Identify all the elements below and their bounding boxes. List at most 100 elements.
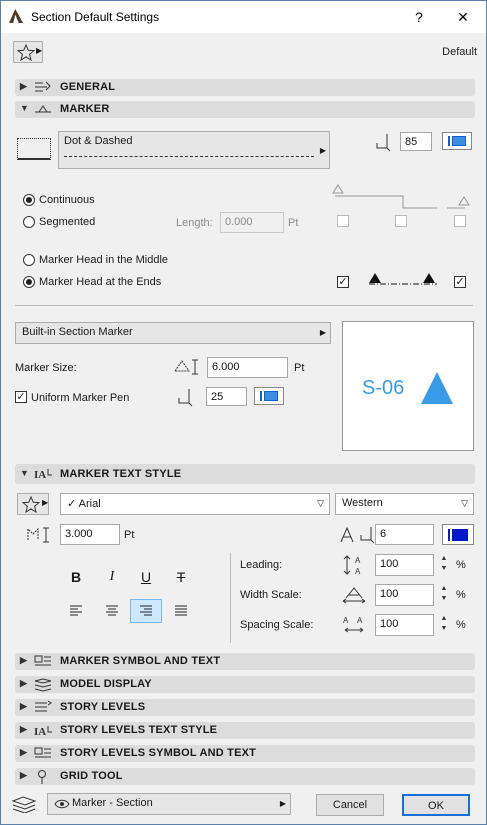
help-button[interactable]: ? — [397, 1, 441, 33]
segment-end-checkbox[interactable] — [454, 215, 466, 227]
spacing-scale-unit: % — [456, 619, 466, 631]
favorites-caret-icon: ▶ — [36, 46, 43, 55]
expand-arrow-icon: ▶ — [20, 724, 27, 734]
app-icon — [9, 9, 23, 23]
head-middle-radio[interactable] — [23, 254, 35, 266]
line-type-icon — [17, 138, 51, 160]
segment-diagram — [332, 184, 470, 209]
cancel-button[interactable]: Cancel — [316, 794, 384, 816]
section-story-levels-symbol-and-text-label: STORY LEVELS SYMBOL AND TEXT — [60, 747, 257, 759]
pen-icon — [178, 389, 193, 407]
width-scale-input[interactable]: 100 — [375, 584, 434, 606]
expand-arrow-icon: ▶ — [20, 678, 27, 688]
text-pen-color-button[interactable] — [442, 524, 474, 545]
justify-button[interactable] — [165, 599, 197, 623]
section-marker[interactable]: ▼ MARKER — [15, 101, 475, 118]
marker-size-label: Marker Size: — [15, 362, 77, 374]
continuous-label: Continuous — [39, 194, 95, 206]
chevron-down-icon: ▽ — [461, 498, 468, 508]
expand-arrow-icon: ▶ — [20, 701, 27, 711]
text-style-icon: IA — [34, 726, 52, 738]
section-general[interactable]: ▶ GENERAL — [15, 79, 475, 96]
section-story-levels-text-style[interactable]: ▶ IA STORY LEVELS TEXT STYLE — [15, 722, 475, 739]
head-ends-radio[interactable] — [23, 276, 35, 288]
font-select[interactable]: ✓ Arial ▽ — [60, 493, 330, 515]
expand-arrow-icon: ▶ — [20, 655, 27, 665]
marker-icon — [35, 105, 51, 113]
spacing-scale-spinner[interactable]: ▲ ▼ — [439, 614, 449, 636]
align-left-button[interactable] — [60, 599, 92, 623]
line-type-label: Dot & Dashed — [64, 135, 133, 147]
section-model-display-label: MODEL DISPLAY — [60, 678, 152, 690]
align-right-button[interactable] — [130, 599, 162, 623]
bold-button[interactable]: B — [60, 565, 92, 589]
strikethrough-button[interactable]: T — [165, 565, 197, 589]
segmented-radio[interactable] — [23, 216, 35, 228]
ok-button[interactable]: OK — [402, 794, 470, 816]
segment-start-checkbox[interactable] — [337, 215, 349, 227]
marker-size-unit: Pt — [294, 362, 305, 374]
section-story-levels[interactable]: ▶ STORY LEVELS — [15, 699, 475, 716]
text-pen-input[interactable]: 6 — [375, 524, 434, 545]
align-center-button[interactable] — [96, 599, 128, 623]
align-center-icon — [106, 605, 118, 616]
uniform-pen-input[interactable]: 25 — [206, 387, 247, 406]
pen-number-input[interactable]: 85 — [400, 132, 432, 151]
pen-color-button[interactable] — [442, 132, 472, 150]
layer-caret-icon: ▶ — [279, 799, 286, 808]
star-icon — [17, 44, 35, 61]
leading-label: Leading: — [240, 559, 283, 571]
marker-size-icon — [174, 359, 198, 375]
spacing-scale-icon: AA — [343, 616, 364, 633]
head-start-checkbox[interactable]: ✓ — [337, 276, 349, 288]
uniform-pen-color-button[interactable] — [254, 387, 284, 405]
expand-arrow-icon: ▶ — [20, 81, 27, 91]
eye-icon — [54, 799, 70, 809]
width-scale-spinner[interactable]: ▲ ▼ — [439, 584, 449, 606]
window-title: Section Default Settings — [31, 10, 160, 24]
section-story-levels-label: STORY LEVELS — [60, 701, 146, 713]
text-size-unit: Pt — [124, 529, 135, 541]
close-button[interactable]: ✕ — [441, 1, 485, 33]
leading-icon: AA — [343, 555, 361, 576]
script-select[interactable]: Western ▽ — [335, 493, 474, 515]
head-ends-label: Marker Head at the Ends — [39, 276, 162, 288]
marker-size-input[interactable]: 6.000 — [207, 357, 288, 378]
section-marker-symbol-and-text[interactable]: ▶ MARKER SYMBOL AND TEXT — [15, 653, 475, 670]
text-size-input[interactable]: 3.000 — [60, 524, 120, 545]
general-settings-icon — [35, 81, 51, 92]
justify-icon — [175, 605, 187, 616]
line-type-selector[interactable]: Dot & Dashed ▶ — [58, 131, 330, 169]
spacing-scale-input[interactable]: 100 — [375, 614, 434, 636]
width-scale-icon — [342, 587, 366, 604]
leading-unit: % — [456, 559, 466, 571]
section-grid-tool[interactable]: ▶ GRID TOOL — [15, 768, 475, 785]
segment-middle-checkbox[interactable] — [395, 215, 407, 227]
continuous-radio[interactable] — [23, 194, 35, 206]
divider — [15, 305, 473, 306]
symbol-text-icon — [34, 747, 51, 758]
font-favorites-caret-icon: ▶ — [42, 498, 49, 507]
section-marker-symbol-and-text-label: MARKER SYMBOL AND TEXT — [60, 655, 221, 667]
section-marker-text-style[interactable]: ▼ IA MARKER TEXT STYLE — [15, 464, 475, 484]
length-input[interactable]: 0.000 — [220, 212, 284, 233]
underline-button[interactable]: U — [130, 565, 162, 589]
font-favorites-button[interactable]: ▶ — [17, 493, 49, 515]
section-model-display[interactable]: ▶ MODEL DISPLAY — [15, 676, 475, 693]
favorites-button[interactable]: ▶ — [13, 41, 43, 63]
section-general-label: GENERAL — [60, 81, 116, 93]
leading-input[interactable]: 100 — [375, 554, 434, 576]
marker-type-caret-icon: ▶ — [319, 328, 326, 337]
head-end-checkbox[interactable]: ✓ — [454, 276, 466, 288]
expand-arrow-icon: ▶ — [20, 770, 27, 780]
leading-spinner[interactable]: ▲ ▼ — [439, 554, 449, 576]
layer-dropdown[interactable]: Marker - Section ▶ — [47, 793, 291, 815]
section-story-levels-symbol-and-text[interactable]: ▶ STORY LEVELS SYMBOL AND TEXT — [15, 745, 475, 762]
uniform-pen-checkbox[interactable]: ✓ — [15, 391, 27, 403]
expand-arrow-icon: ▶ — [20, 747, 27, 757]
font-check-icon: ✓ — [67, 498, 79, 510]
svg-text:A: A — [357, 616, 363, 625]
italic-button[interactable]: I — [96, 565, 128, 589]
marker-type-dropdown[interactable]: Built-in Section Marker ▶ — [15, 322, 331, 344]
length-label: Length: — [176, 217, 213, 229]
